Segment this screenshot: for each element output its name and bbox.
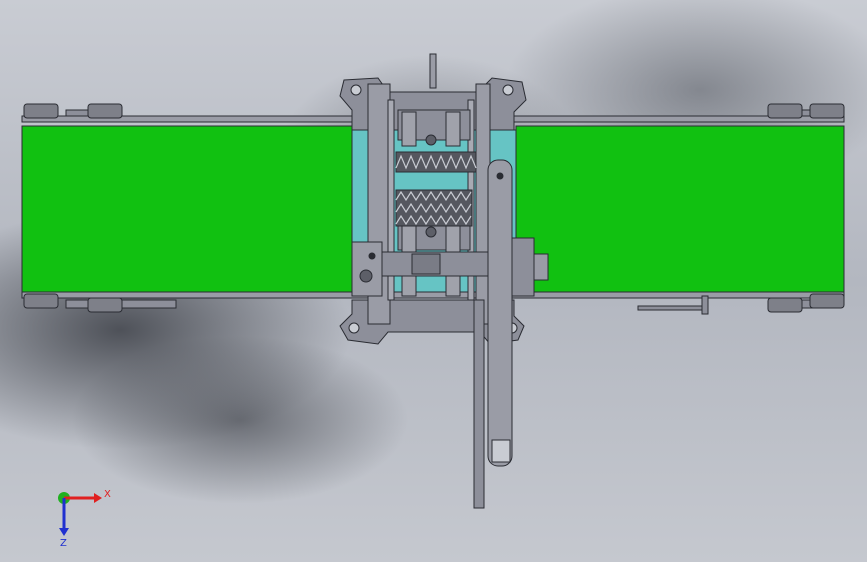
serrated-roller-upper: [395, 151, 477, 173]
triad-z-label: Z: [60, 538, 67, 549]
bolt-hole-bl: [348, 322, 360, 334]
serrated-roller-lower: [395, 189, 473, 227]
triad-x-label: X: [104, 489, 111, 500]
graphics-viewport[interactable]: X Z: [0, 0, 867, 562]
bolt-hole-tr: [502, 84, 514, 96]
model-view[interactable]: X Z: [0, 0, 867, 562]
triad-x-arrowhead: [94, 493, 102, 503]
conveyor-belt-right: [515, 125, 845, 293]
orientation-triad: X Z: [58, 489, 111, 549]
top-spindle: [429, 53, 437, 89]
bolt-hole-tl: [350, 84, 362, 96]
triad-z-arrowhead: [59, 528, 69, 536]
gripper-upper: [397, 109, 471, 147]
conveyor-belt-left: [21, 125, 357, 293]
